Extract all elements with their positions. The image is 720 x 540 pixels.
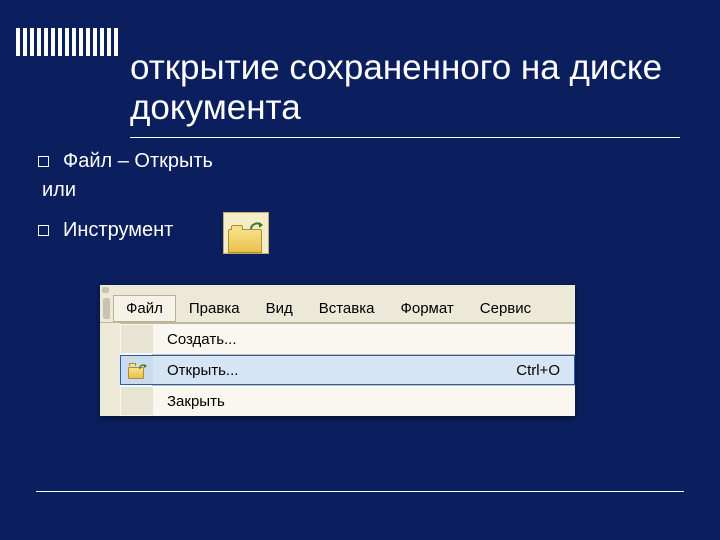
slide-title: открытие сохраненного на диске документа xyxy=(130,48,680,138)
title-area: открытие сохраненного на диске документа xyxy=(130,48,680,138)
dropdown-file: Создать... Открыть... Ctrl+O Закрыть xyxy=(120,323,575,416)
folder-open-icon xyxy=(121,356,153,384)
slide-content: Файл – Открыть или Инструмент xyxy=(38,150,680,254)
or-text: или xyxy=(42,179,680,202)
menubar-item-insert[interactable]: Вставка xyxy=(306,295,388,322)
dropdown-item-open[interactable]: Открыть... Ctrl+O xyxy=(120,355,575,385)
bullet-text: Файл – Открыть xyxy=(63,150,213,173)
menubar-item-format[interactable]: Формат xyxy=(387,295,466,322)
footer-rule xyxy=(36,491,684,492)
menubar: Файл Правка Вид Вставка Формат Сервис xyxy=(100,295,575,323)
menubar-item-file[interactable]: Файл xyxy=(113,295,176,322)
folder-open-icon xyxy=(223,212,269,254)
blank-icon xyxy=(121,325,153,353)
dropdown-item-close[interactable]: Закрыть xyxy=(120,386,575,416)
bullet-tool: Инструмент xyxy=(38,219,173,242)
bullet-text: Инструмент xyxy=(63,219,173,242)
bullet-marker-icon xyxy=(38,225,49,236)
blank-icon xyxy=(121,387,153,415)
dropdown-item-new[interactable]: Создать... xyxy=(120,324,575,354)
menu-screenshot: Файл Правка Вид Вставка Формат Сервис Со… xyxy=(100,285,575,416)
bullet-file-open: Файл – Открыть xyxy=(38,150,680,173)
bullet-marker-icon xyxy=(38,156,49,167)
menubar-item-view[interactable]: Вид xyxy=(253,295,306,322)
menubar-item-tools[interactable]: Сервис xyxy=(467,295,544,322)
title-decor-bars xyxy=(16,28,118,56)
menubar-item-edit[interactable]: Правка xyxy=(176,295,253,322)
